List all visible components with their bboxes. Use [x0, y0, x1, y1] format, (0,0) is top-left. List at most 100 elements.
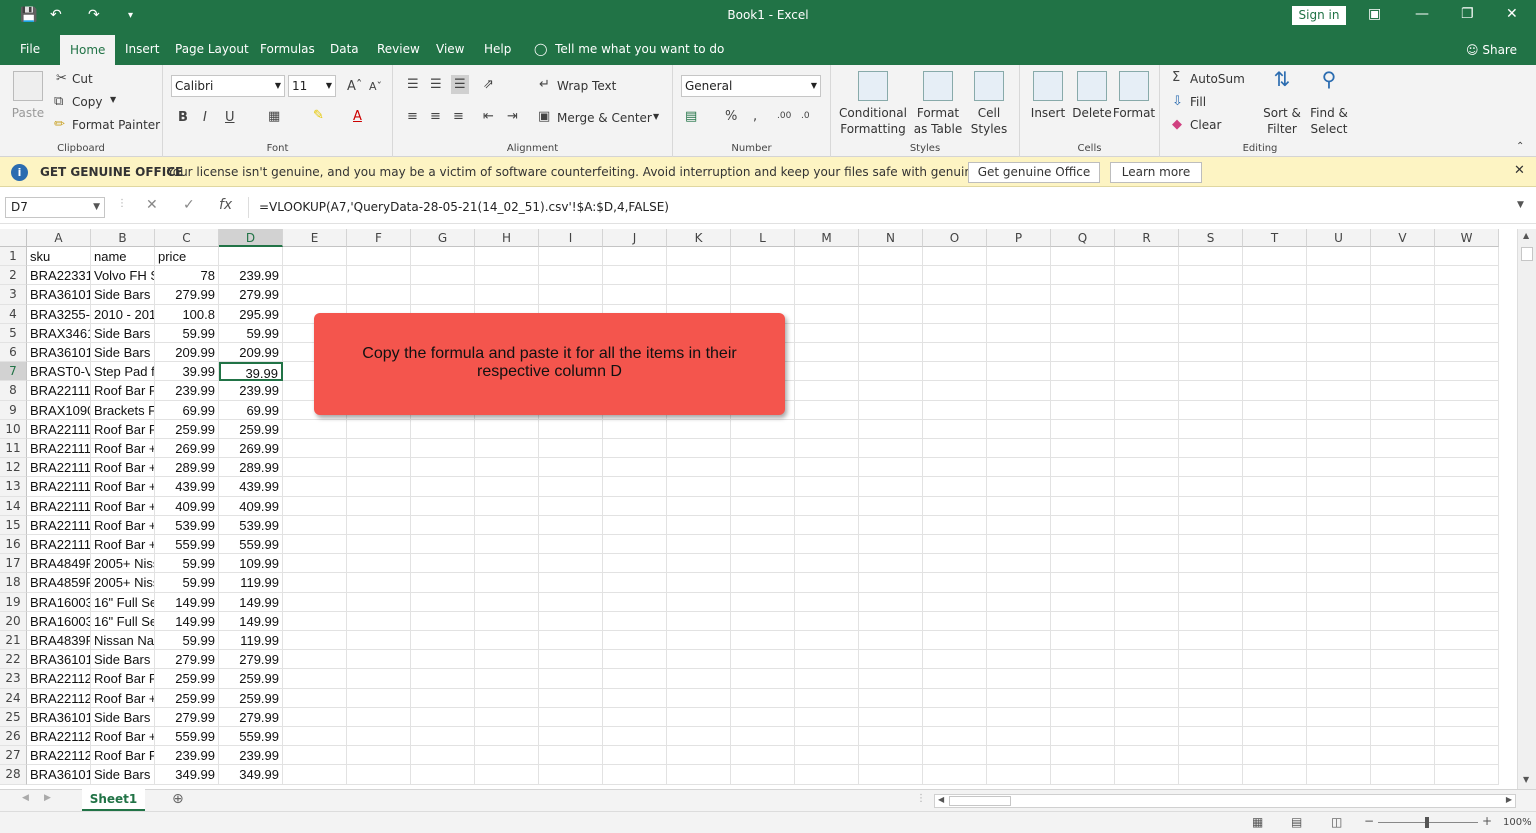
empty-cell[interactable]: [859, 496, 923, 516]
table-cell[interactable]: 109.99: [219, 554, 283, 574]
empty-cell[interactable]: [1435, 362, 1499, 382]
empty-cell[interactable]: [1371, 439, 1435, 459]
empty-cell[interactable]: [1435, 554, 1499, 574]
table-cell[interactable]: 539.99: [219, 515, 283, 535]
empty-cell[interactable]: [795, 746, 859, 766]
empty-cell[interactable]: [1115, 688, 1179, 708]
learn-more-button[interactable]: Learn more: [1110, 162, 1202, 183]
empty-cell[interactable]: [1307, 669, 1371, 689]
empty-cell[interactable]: [1243, 669, 1307, 689]
empty-cell[interactable]: [1435, 765, 1499, 785]
empty-cell[interactable]: [731, 477, 795, 497]
empty-cell[interactable]: [923, 477, 987, 497]
row-header[interactable]: 27: [0, 746, 27, 766]
empty-cell[interactable]: [1179, 611, 1243, 631]
empty-cell[interactable]: [539, 669, 603, 689]
empty-cell[interactable]: [475, 515, 539, 535]
empty-cell[interactable]: [795, 285, 859, 305]
cell-styles-button[interactable]: Cell Styles: [967, 71, 1011, 137]
empty-cell[interactable]: [1435, 707, 1499, 727]
table-cell[interactable]: BRA22111: [27, 515, 91, 535]
row-header[interactable]: 25: [0, 707, 27, 727]
empty-cell[interactable]: [283, 631, 347, 651]
empty-cell[interactable]: [1179, 688, 1243, 708]
empty-cell[interactable]: [859, 592, 923, 612]
empty-cell[interactable]: [475, 285, 539, 305]
empty-cell[interactable]: [411, 535, 475, 555]
empty-cell[interactable]: [731, 727, 795, 747]
empty-cell[interactable]: [795, 419, 859, 439]
empty-cell[interactable]: [987, 304, 1051, 324]
font-color-icon[interactable]: A: [353, 109, 362, 124]
table-cell[interactable]: 100.8: [155, 304, 219, 324]
empty-cell[interactable]: [1371, 323, 1435, 343]
infobar-close-icon[interactable]: ✕: [1514, 163, 1525, 178]
vertical-scroll-thumb[interactable]: [1521, 247, 1533, 261]
empty-cell[interactable]: [1435, 266, 1499, 286]
empty-cell[interactable]: [1307, 419, 1371, 439]
column-header-i[interactable]: I: [539, 229, 603, 247]
empty-cell[interactable]: [667, 592, 731, 612]
empty-cell[interactable]: [1307, 323, 1371, 343]
empty-cell[interactable]: [1051, 535, 1115, 555]
table-cell[interactable]: 539.99: [155, 515, 219, 535]
empty-cell[interactable]: [731, 458, 795, 478]
empty-cell[interactable]: [1307, 592, 1371, 612]
table-cell[interactable]: 559.99: [155, 535, 219, 555]
empty-cell[interactable]: [859, 707, 923, 727]
empty-cell[interactable]: [987, 707, 1051, 727]
formula-input[interactable]: =VLOOKUP(A7,'QueryData-28-05-21(14_02_51…: [248, 197, 1532, 218]
empty-cell[interactable]: [1179, 381, 1243, 401]
empty-cell[interactable]: [1051, 554, 1115, 574]
empty-cell[interactable]: [1051, 304, 1115, 324]
empty-cell[interactable]: [987, 746, 1051, 766]
empty-cell[interactable]: [1115, 554, 1179, 574]
copy-dropdown-icon[interactable]: ▼: [110, 95, 116, 104]
empty-cell[interactable]: [1435, 746, 1499, 766]
empty-cell[interactable]: [411, 592, 475, 612]
table-cell[interactable]: BRA22331: [27, 266, 91, 286]
table-cell[interactable]: 279.99: [155, 707, 219, 727]
table-cell[interactable]: BRA3255-I: [27, 304, 91, 324]
table-cell[interactable]: 59.99: [155, 323, 219, 343]
empty-cell[interactable]: [731, 631, 795, 651]
empty-cell[interactable]: [347, 592, 411, 612]
empty-cell[interactable]: [1051, 343, 1115, 363]
align-center-icon[interactable]: ≡: [430, 109, 441, 124]
empty-cell[interactable]: [987, 669, 1051, 689]
empty-cell[interactable]: [795, 458, 859, 478]
empty-cell[interactable]: [667, 496, 731, 516]
empty-cell[interactable]: [1435, 496, 1499, 516]
empty-cell[interactable]: [347, 419, 411, 439]
empty-cell[interactable]: [987, 419, 1051, 439]
table-cell[interactable]: 239.99: [155, 746, 219, 766]
empty-cell[interactable]: [411, 669, 475, 689]
empty-cell[interactable]: [1307, 266, 1371, 286]
empty-cell[interactable]: [539, 707, 603, 727]
empty-cell[interactable]: [667, 707, 731, 727]
active-cell[interactable]: 39.99: [219, 362, 283, 382]
table-cell[interactable]: BRA4849R: [27, 554, 91, 574]
table-cell[interactable]: BRA36101: [27, 765, 91, 785]
empty-cell[interactable]: [1243, 381, 1307, 401]
table-cell[interactable]: BRAX3461: [27, 323, 91, 343]
empty-cell[interactable]: [1371, 669, 1435, 689]
table-cell[interactable]: [219, 247, 283, 267]
empty-cell[interactable]: [667, 554, 731, 574]
empty-cell[interactable]: [539, 650, 603, 670]
empty-cell[interactable]: [603, 592, 667, 612]
tab-data[interactable]: Data: [320, 32, 369, 65]
empty-cell[interactable]: [795, 688, 859, 708]
align-top-icon[interactable]: ☰: [407, 77, 419, 92]
table-cell[interactable]: BRA36101: [27, 707, 91, 727]
empty-cell[interactable]: [411, 247, 475, 267]
empty-cell[interactable]: [987, 362, 1051, 382]
scroll-up-icon[interactable]: ▲: [1523, 231, 1529, 240]
increase-font-icon[interactable]: Aˆ: [347, 79, 362, 94]
table-cell[interactable]: Step Pad fo: [91, 362, 155, 382]
empty-cell[interactable]: [1179, 573, 1243, 593]
empty-cell[interactable]: [283, 419, 347, 439]
empty-cell[interactable]: [1051, 496, 1115, 516]
sign-in-button[interactable]: Sign in: [1292, 6, 1346, 25]
fill-color-icon[interactable]: ✎: [313, 108, 324, 123]
